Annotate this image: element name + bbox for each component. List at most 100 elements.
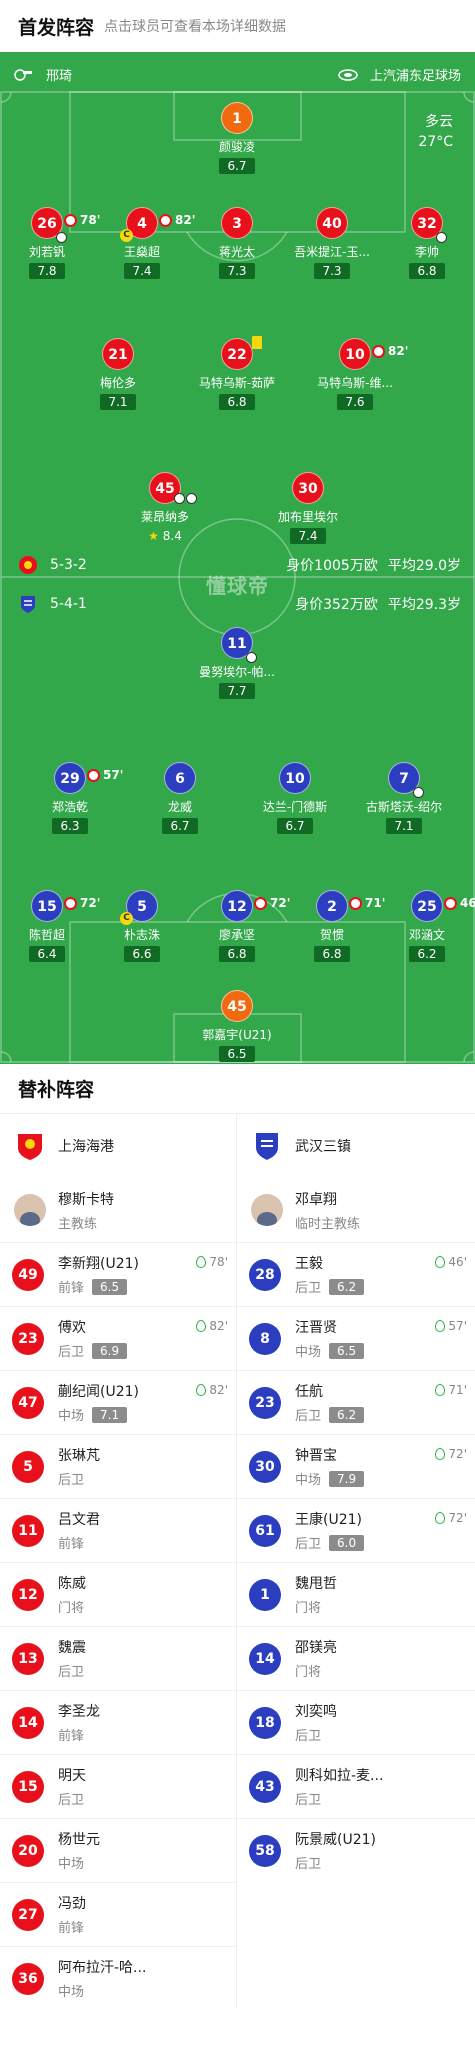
away-formation: 5-4-1	[50, 596, 87, 612]
bench-player-row[interactable]: 15 明天 后卫	[0, 1754, 236, 1818]
player-name: 郑浩乾	[51, 800, 88, 814]
coach-role: 临时主教练	[295, 1216, 361, 1232]
bench-player-row[interactable]: 43 则科如拉-麦... 后卫	[237, 1754, 475, 1818]
player-home[interactable]: 21 梅伦多 7.1	[70, 338, 166, 410]
player-away[interactable]: 11 曼努埃尔-帕... 7.7	[189, 627, 285, 699]
sub-in-indicator: 72'	[435, 1447, 467, 1461]
player-number: 23	[12, 1322, 44, 1355]
bench-player-row[interactable]: 11 吕文君 前锋	[0, 1498, 236, 1562]
player-rating: 6.2	[329, 1406, 365, 1423]
player-home[interactable]: 22 马特乌斯-茹萨 6.8	[189, 336, 285, 410]
player-name: 梅伦多	[99, 376, 136, 390]
bench-home-column: 上海海港 穆斯卡特 主教练 49 李新翔(U21) 前锋 6.5 78' 23 傅欢 后卫 6.…	[0, 1114, 237, 2007]
player-home[interactable]: 45 莱昂纳多 ★ 8.4	[117, 472, 213, 544]
bench-player-row[interactable]: 61 王康(U21) 后卫 6.0 72'	[237, 1498, 475, 1562]
player-name: 李帅	[414, 245, 439, 259]
bench-player-row[interactable]: 30 钟晋宝 中场 7.9 72'	[237, 1434, 475, 1498]
player-number: 1	[221, 102, 253, 134]
bench-player-row[interactable]: 5 张琳芃 后卫	[0, 1434, 236, 1498]
player-name: 则科如拉-麦...	[295, 1768, 384, 1784]
player-home[interactable]: 10 82' 马特乌斯-维... 7.6	[307, 338, 408, 410]
player-name: 曼努埃尔-帕...	[199, 665, 275, 679]
coach-name: 邓卓翔	[295, 1191, 337, 1208]
home-formation: 5-3-2	[50, 557, 87, 573]
player-number: 30	[249, 1450, 281, 1483]
player-position: 前锋	[58, 1921, 85, 1936]
coach-card[interactable]: 邓卓翔 临时主教练	[237, 1178, 475, 1242]
player-home[interactable]: 4 82' C 王燊超 7.4	[94, 207, 195, 279]
player-number: 15	[37, 899, 57, 915]
player-home-gk[interactable]: 1 颜骏凌 6.7	[189, 102, 285, 174]
player-name: 贺惯	[319, 928, 344, 942]
temperature: 27°C	[418, 134, 453, 150]
player-rating: 6.3	[52, 818, 88, 834]
bench-player-row[interactable]: 23 任航 后卫 6.2 71'	[237, 1370, 475, 1434]
player-away[interactable]: 10 达兰-门德斯 6.7	[247, 762, 343, 834]
player-away[interactable]: 5 C 朴志洙 6.6	[94, 890, 190, 962]
bench-player-row[interactable]: 18 刘奕鸣 后卫	[237, 1690, 475, 1754]
pitch: 邢琦 上汽浦东足球场 多云 27°C 懂球帝 5-3-2 身价1005万欧 平均…	[0, 52, 475, 1064]
coach-card[interactable]: 穆斯卡特 主教练	[0, 1178, 236, 1242]
player-away-gk[interactable]: 45 郭嘉宇(U21) 6.5	[189, 990, 285, 1062]
player-home[interactable]: 30 加布里埃尔 7.4	[260, 472, 356, 544]
player-away[interactable]: 7 古斯塔沃-绍尔 7.1	[356, 762, 452, 834]
player-home[interactable]: 3 蒋光太 7.3	[189, 207, 285, 279]
player-away[interactable]: 12 72' 廖承坚 6.8	[189, 890, 290, 962]
sub-in-icon	[435, 1320, 446, 1332]
bench-player-row[interactable]: 1 魏甩哲 门将	[237, 1562, 475, 1626]
bench-player-row[interactable]: 14 李圣龙 前锋	[0, 1690, 236, 1754]
player-number: 11	[12, 1514, 44, 1547]
player-rating: 7.3	[219, 263, 255, 279]
player-position: 后卫	[295, 1537, 322, 1552]
player-home[interactable]: 32 李帅 6.8	[379, 207, 475, 279]
sub-time: 72'	[448, 1511, 467, 1525]
player-rating: 6.9	[92, 1342, 128, 1359]
bench-player-row[interactable]: 28 王毅 后卫 6.2 46'	[237, 1242, 475, 1306]
player-away[interactable]: 6 龙威 6.7	[132, 762, 228, 834]
player-position: 后卫	[295, 1409, 322, 1424]
player-away[interactable]: 2 71' 贺惯 6.8	[284, 890, 385, 962]
player-number: 14	[249, 1642, 281, 1675]
player-name: 蒋光太	[218, 245, 255, 259]
bench-player-row[interactable]: 23 傅欢 后卫 6.9 82'	[0, 1306, 236, 1370]
coach-role: 主教练	[58, 1216, 98, 1232]
player-number: 30	[292, 472, 324, 504]
player-rating: 7.4	[124, 263, 160, 279]
player-number: 8	[249, 1322, 281, 1355]
player-home[interactable]: 26 78' 刘若钒 7.8	[0, 207, 100, 279]
player-number: 25	[417, 899, 437, 915]
sub-out-icon	[159, 213, 172, 227]
weather-info: 多云 27°C	[418, 112, 453, 152]
player-home[interactable]: 40 吾米提江-玉... 7.3	[284, 207, 380, 279]
bench-player-row[interactable]: 12 陈威 门将	[0, 1562, 236, 1626]
player-number: 58	[249, 1834, 281, 1867]
player-name: 马特乌斯-维...	[317, 376, 393, 390]
bench-player-row[interactable]: 58 阮景威(U21) 后卫	[237, 1818, 475, 1882]
player-away[interactable]: 15 72' 陈哲超 6.4	[0, 890, 100, 962]
bench-player-row[interactable]: 8 汪晋贤 中场 6.5 57'	[237, 1306, 475, 1370]
goal-icon	[174, 493, 185, 504]
bench-player-row[interactable]: 47 蒯纪闻(U21) 中场 7.1 82'	[0, 1370, 236, 1434]
sub-time: 46'	[448, 1255, 467, 1269]
bench-player-row[interactable]: 27 冯劲 前锋	[0, 1882, 236, 1946]
sub-in-indicator: 46'	[435, 1255, 467, 1269]
bench-player-row[interactable]: 49 李新翔(U21) 前锋 6.5 78'	[0, 1242, 236, 1306]
player-away[interactable]: 25 46' 邓涵文 6.2	[379, 890, 475, 962]
player-name: 颜骏凌	[218, 140, 255, 154]
player-rating: 6.5	[219, 1046, 255, 1062]
bench-player-row[interactable]: 20 杨世元 中场	[0, 1818, 236, 1882]
goal-icon	[413, 787, 424, 798]
sub-time: 82'	[209, 1383, 228, 1397]
player-name: 龙威	[167, 800, 192, 814]
player-number: 20	[12, 1834, 44, 1867]
player-away[interactable]: 29 57' 郑浩乾 6.3	[22, 762, 123, 834]
player-rating: 7.4	[290, 528, 326, 544]
bench-player-row[interactable]: 13 魏震 后卫	[0, 1626, 236, 1690]
bench-player-row[interactable]: 36 阿布拉汗-哈... 中场	[0, 1946, 236, 2010]
venue-info: 上汽浦东足球场	[338, 65, 461, 84]
bench-away-team: 武汉三镇	[237, 1114, 475, 1178]
sub-time: 71'	[448, 1383, 467, 1397]
bench-player-row[interactable]: 14 邵镁亮 门将	[237, 1626, 475, 1690]
sub-out-icon	[372, 344, 385, 358]
player-position: 后卫	[58, 1345, 85, 1360]
